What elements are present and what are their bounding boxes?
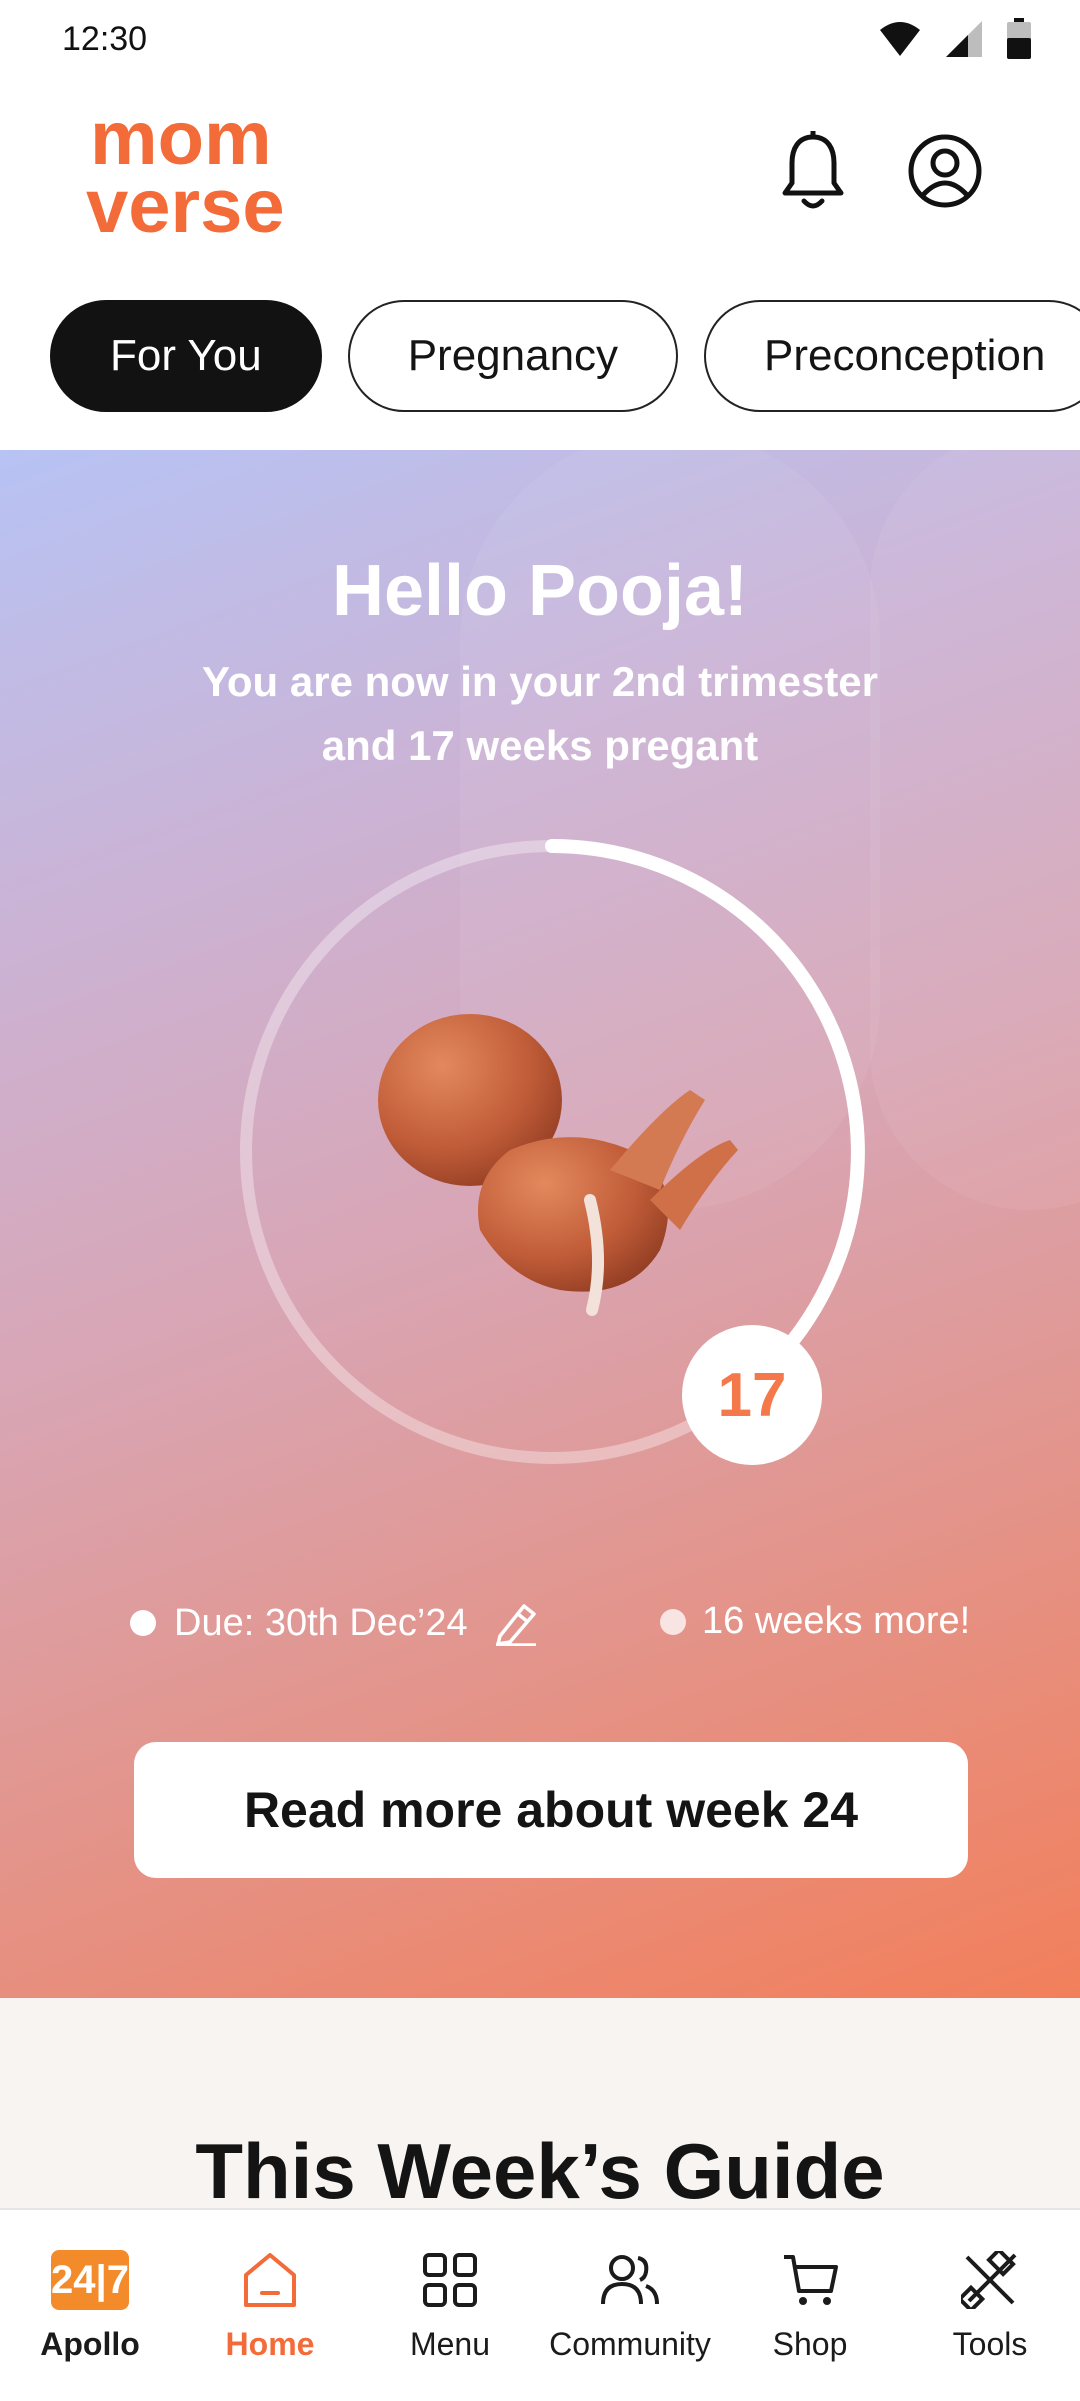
nav-label-menu: Menu — [409, 2326, 491, 2362]
weeks-remaining-row: 16 weeks more! — [660, 1600, 970, 1643]
grid-menu-icon — [418, 2248, 482, 2312]
week-number-badge: 17 — [682, 1325, 822, 1465]
notifications-button[interactable] — [770, 128, 856, 214]
weeks-remaining-dot — [660, 1608, 686, 1635]
momverse-logo[interactable]: mom verse — [86, 96, 346, 249]
bell-icon — [782, 131, 844, 209]
nav-item-home[interactable]: Home — [180, 2210, 360, 2401]
tab-preconception[interactable]: Preconception — [704, 300, 1080, 412]
weeks-remaining-label: 16 weeks more! — [702, 1600, 971, 1642]
trimester-subtitle: You are now in your 2nd trimester and 17… — [0, 650, 1080, 778]
nav-item-community[interactable]: Community — [540, 2210, 720, 2401]
wifi-icon — [880, 22, 920, 56]
battery-icon — [1007, 18, 1031, 59]
app-header: mom verse — [0, 90, 1080, 250]
bottom-navigation: 24|7 Apollo Home Menu Community Shop Too… — [0, 2208, 1080, 2401]
community-icon — [598, 2248, 662, 2312]
apollo-247-icon: 24|7 — [51, 2248, 129, 2312]
weekly-guide-title: This Week’s Guide — [195, 2127, 885, 2215]
subtitle-line-2: and 17 weeks pregant — [321, 722, 759, 769]
nav-item-apollo[interactable]: 24|7 Apollo — [0, 2210, 180, 2401]
nav-item-tools[interactable]: Tools — [900, 2210, 1080, 2401]
tab-pregnancy[interactable]: Pregnancy — [347, 300, 679, 412]
greeting-title: Hello Pooja! — [331, 551, 749, 631]
edit-due-date-button[interactable] — [494, 1600, 538, 1646]
cart-icon — [778, 2248, 842, 2312]
app-screen: 12:30 mom verse For You Pregnancy Precon… — [0, 0, 1080, 2401]
category-tabs: For You Pregnancy Preconception — [50, 300, 1080, 412]
pregnancy-progress-card: Hello Pooja! You are now in your 2nd tri… — [0, 450, 1080, 1998]
home-icon — [238, 2248, 302, 2312]
status-bar: 12:30 — [0, 0, 1080, 80]
subtitle-line-1: You are now in your 2nd trimester — [201, 658, 879, 705]
nav-item-shop[interactable]: Shop — [720, 2210, 900, 2401]
signal-icon — [946, 21, 982, 57]
read-more-week-button[interactable]: Read more about week 24 — [134, 1742, 968, 1878]
profile-button[interactable] — [902, 128, 988, 214]
tab-for-you[interactable]: For You — [50, 300, 322, 412]
due-date-dot — [130, 1610, 156, 1636]
tools-icon — [958, 2248, 1022, 2312]
status-time: 12:30 — [62, 20, 148, 58]
due-date-label: Due: 30th Dec’24 — [174, 1601, 468, 1644]
fetus-illustration — [378, 1014, 738, 1316]
nav-label-shop: Shop — [772, 2326, 848, 2362]
status-icons — [878, 18, 1032, 60]
pencil-icon — [495, 1604, 536, 1646]
user-profile-icon — [908, 134, 982, 208]
nav-label-apollo: Apollo — [40, 2326, 140, 2362]
due-date-row: Due: 30th Dec’24 — [130, 1600, 538, 1646]
nav-item-menu[interactable]: Menu — [360, 2210, 540, 2401]
svg-text:verse: verse — [86, 164, 285, 242]
nav-label-community: Community — [549, 2326, 711, 2362]
nav-label-home: Home — [225, 2326, 315, 2362]
nav-label-tools: Tools — [952, 2326, 1028, 2362]
